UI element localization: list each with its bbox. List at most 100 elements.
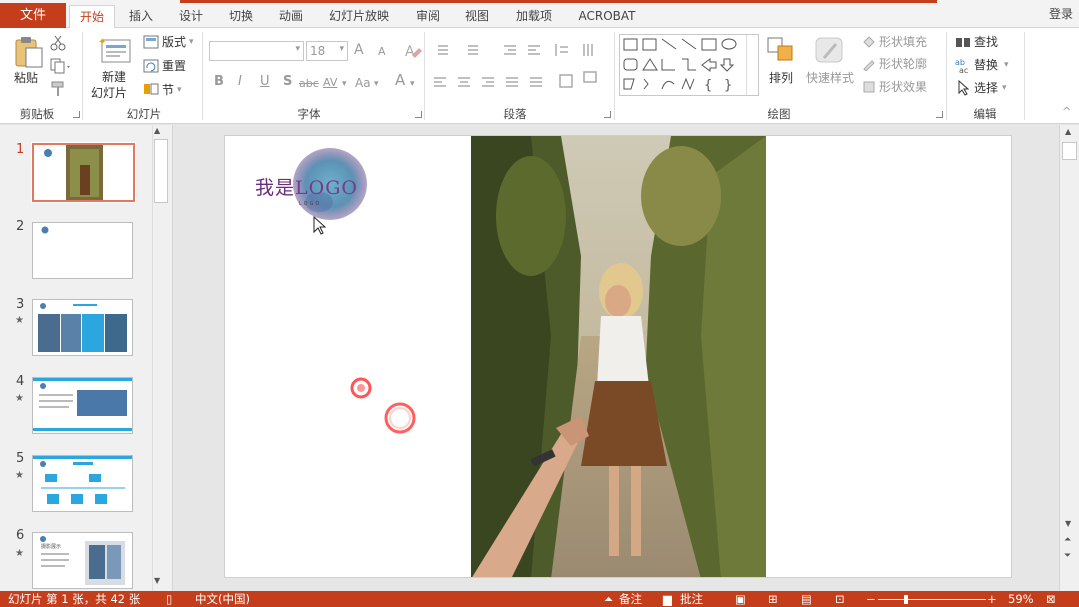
scroll-up-icon[interactable]: ▲ <box>1065 127 1071 136</box>
arrange-button[interactable]: 排列 <box>769 70 793 86</box>
slide-thumbnail-1[interactable] <box>31 142 136 203</box>
chevron-down-icon[interactable]: ▾ <box>342 76 347 92</box>
language-status[interactable]: 中文(中国) <box>195 591 250 607</box>
underline-button[interactable]: U <box>260 74 270 90</box>
chevron-down-icon[interactable]: ▾ <box>1004 57 1009 73</box>
font-color-button[interactable]: A <box>395 72 405 88</box>
layout-icon[interactable] <box>143 35 159 49</box>
shape-fill-button[interactable]: 形状填充 <box>879 34 927 50</box>
chevron-down-icon[interactable]: ▾ <box>1002 80 1007 96</box>
change-case-button[interactable]: Aa <box>355 75 371 91</box>
tab-design[interactable]: 设计 <box>170 5 212 29</box>
drawing-launcher[interactable] <box>936 111 943 118</box>
font-launcher[interactable] <box>415 111 422 118</box>
clipboard-launcher[interactable] <box>73 111 80 118</box>
shadow-button[interactable]: S <box>283 74 292 90</box>
shrink-font-icon[interactable]: A <box>378 44 386 60</box>
strikethrough-button[interactable]: abc <box>299 76 319 92</box>
cut-icon[interactable] <box>50 35 66 51</box>
tab-acrobat[interactable]: ACROBAT <box>570 5 644 29</box>
new-slide-icon[interactable]: ✦ <box>98 36 132 64</box>
scroll-down-icon[interactable]: ▼ <box>1065 519 1071 528</box>
notes-button[interactable]: 备注 <box>619 591 642 607</box>
tab-slideshow[interactable]: 幻灯片放映 <box>322 5 396 29</box>
slide-scrollbar[interactable]: ▲ ▼ ⏶ ⏷ <box>1059 125 1079 591</box>
comments-button[interactable]: 批注 <box>680 591 703 607</box>
zoom-level[interactable]: 59% <box>1008 591 1034 607</box>
notes-icon[interactable]: ⏶ <box>604 591 613 607</box>
quick-styles-icon[interactable] <box>814 36 846 66</box>
shape-effects-button[interactable]: 形状效果 <box>879 79 927 95</box>
new-slide-label-2[interactable]: 幻灯片 <box>91 85 127 101</box>
replace-button[interactable]: 替换 <box>974 57 998 73</box>
new-slide-label-1[interactable]: 新建 <box>102 69 126 85</box>
zoom-out-button[interactable]: − <box>866 591 876 607</box>
paste-icon[interactable] <box>14 36 44 68</box>
collapse-ribbon-icon[interactable]: ^ <box>1062 104 1071 120</box>
reading-view-icon[interactable]: ▤ <box>801 591 812 607</box>
effects-icon[interactable] <box>862 80 876 94</box>
slide-thumbnail-6[interactable]: 摄影展示 <box>32 532 133 589</box>
zoom-slider[interactable] <box>878 599 986 600</box>
tab-animations[interactable]: 动画 <box>270 5 312 29</box>
scroll-up-icon[interactable]: ▲ <box>154 126 160 135</box>
scroll-down-icon[interactable]: ▼ <box>154 576 160 585</box>
paragraph-controls-icon[interactable] <box>432 42 612 94</box>
grow-font-icon[interactable]: A <box>354 42 364 58</box>
reset-button[interactable]: 重置 <box>162 58 186 74</box>
chevron-down-icon[interactable]: ▾ <box>189 34 194 50</box>
tab-view[interactable]: 视图 <box>456 5 498 29</box>
quick-styles-button[interactable]: 快速样式 <box>806 70 854 86</box>
slide-sorter-icon[interactable]: ⊞ <box>768 591 778 607</box>
spellcheck-icon[interactable]: ▯ <box>166 591 172 607</box>
char-spacing-button[interactable]: AV <box>323 75 337 91</box>
shape-outline-button[interactable]: 形状轮廓 <box>879 56 927 72</box>
scroll-thumb[interactable] <box>154 139 168 203</box>
tab-home[interactable]: 开始 <box>69 5 115 29</box>
scroll-thumb[interactable] <box>1062 142 1077 160</box>
current-slide[interactable]: 我是LOGO LOGO <box>224 135 1012 578</box>
reset-icon[interactable] <box>143 59 159 73</box>
clear-formatting-icon[interactable]: A <box>404 42 422 60</box>
layout-button[interactable]: 版式 <box>162 34 186 50</box>
thumbnail-scrollbar[interactable]: ▲ ▼ <box>152 125 169 591</box>
comments-icon[interactable]: ▆ <box>663 591 672 607</box>
select-button[interactable]: 选择 <box>974 80 998 96</box>
tab-addins[interactable]: 加载项 <box>507 5 561 29</box>
slideshow-view-icon[interactable]: ⊡ <box>835 591 845 607</box>
arrange-icon[interactable] <box>766 36 796 66</box>
italic-button[interactable]: I <box>238 74 242 90</box>
find-button[interactable]: 查找 <box>974 34 998 50</box>
login-link[interactable]: 登录 <box>1049 5 1073 23</box>
tab-insert[interactable]: 插入 <box>120 5 162 29</box>
pen-icon[interactable] <box>862 57 876 71</box>
section-icon[interactable] <box>143 82 159 96</box>
format-painter-icon[interactable] <box>50 81 66 97</box>
next-slide-icon[interactable]: ⏷ <box>1064 551 1071 561</box>
slide-photo[interactable] <box>471 136 766 578</box>
cursor-arrow-icon[interactable] <box>957 80 971 96</box>
slide-thumbnail-5[interactable] <box>32 455 133 512</box>
tab-file[interactable]: 文件 <box>0 3 66 28</box>
paint-bucket-icon[interactable] <box>862 35 876 49</box>
slide-thumbnail-2[interactable] <box>32 222 133 279</box>
zoom-in-button[interactable]: + <box>987 591 997 607</box>
normal-view-icon[interactable]: ▣ <box>735 591 746 607</box>
chevron-down-icon[interactable]: ▾ <box>177 82 182 98</box>
find-icon[interactable] <box>955 35 971 49</box>
fit-to-window-icon[interactable]: ⊠ <box>1046 591 1056 607</box>
copy-icon[interactable] <box>50 58 72 74</box>
zoom-slider-handle[interactable] <box>904 595 908 604</box>
tab-review[interactable]: 审阅 <box>407 5 449 29</box>
slide-thumbnail-4[interactable] <box>32 377 133 434</box>
slide-thumbnail-3[interactable] <box>32 299 133 356</box>
chevron-down-icon[interactable]: ▾ <box>374 76 379 92</box>
chevron-down-icon[interactable]: ▾ <box>410 76 415 92</box>
shapes-gallery[interactable]: {} <box>619 34 759 96</box>
gallery-scroll[interactable] <box>746 35 758 95</box>
font-family-select[interactable]: ▾ <box>209 41 304 61</box>
replace-icon[interactable]: abac <box>955 57 971 73</box>
font-size-select[interactable]: 18 ▾ <box>306 41 348 61</box>
paragraph-launcher[interactable] <box>604 111 611 118</box>
section-button[interactable]: 节 <box>162 82 174 98</box>
